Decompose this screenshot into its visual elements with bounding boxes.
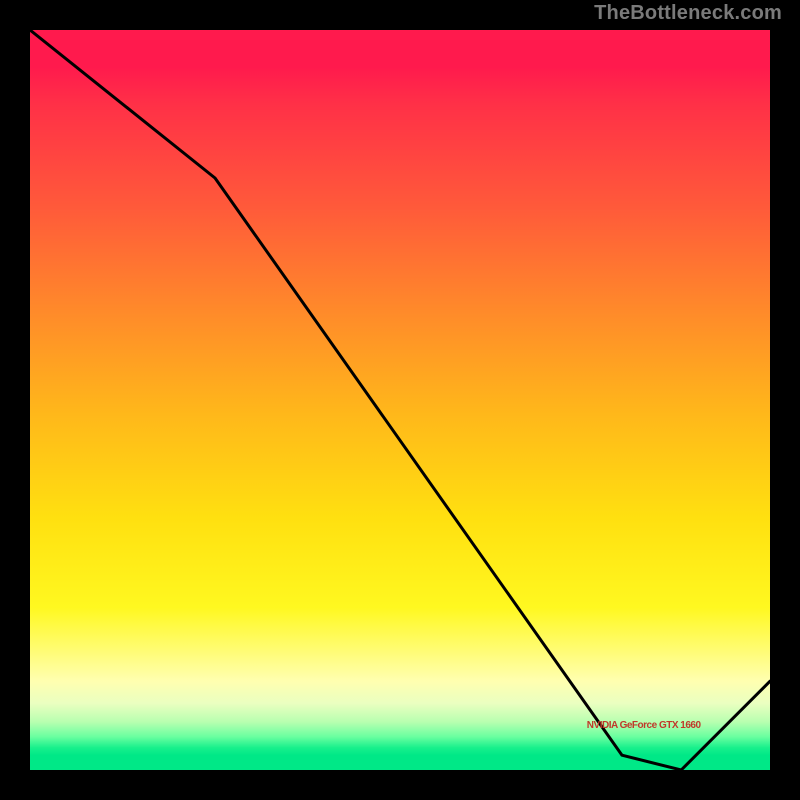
chart-frame: TheBottleneck.com NVIDIA GeForce GTX 166… <box>0 0 800 800</box>
optimum-annotation: NVIDIA GeForce GTX 1660 <box>587 720 701 731</box>
gradient-background <box>30 30 770 770</box>
attribution-text: TheBottleneck.com <box>594 2 782 25</box>
plot-area: NVIDIA GeForce GTX 1660 <box>30 30 770 770</box>
